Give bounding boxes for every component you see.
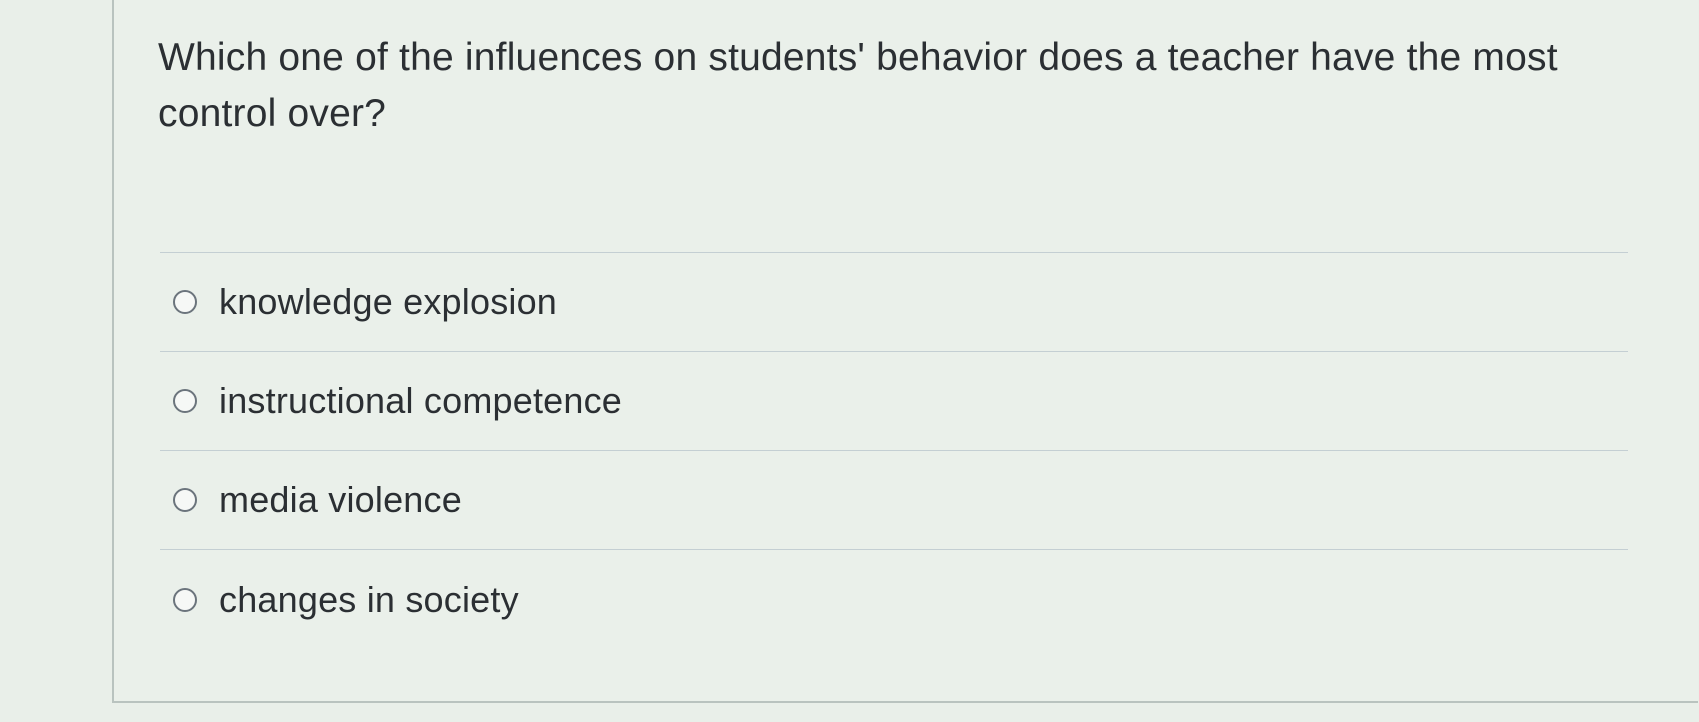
- option-label: media violence: [219, 479, 462, 520]
- radio-button[interactable]: [173, 290, 197, 314]
- radio-button[interactable]: [173, 488, 197, 512]
- option-knowledge-explosion[interactable]: knowledge explosion: [160, 253, 1628, 352]
- answer-options: knowledge explosion instructional compet…: [160, 252, 1628, 649]
- option-label: knowledge explosion: [219, 281, 558, 322]
- option-label: changes in society: [219, 578, 519, 620]
- option-instructional-competence[interactable]: instructional competence: [160, 352, 1628, 451]
- question-text: Which one of the influences on students'…: [158, 36, 1558, 135]
- radio-button[interactable]: [173, 389, 197, 413]
- option-changes-in-society[interactable]: changes in society: [160, 550, 1628, 649]
- radio-button[interactable]: [173, 587, 197, 612]
- option-label: instructional competence: [219, 380, 623, 421]
- option-media-violence[interactable]: media violence: [160, 451, 1628, 550]
